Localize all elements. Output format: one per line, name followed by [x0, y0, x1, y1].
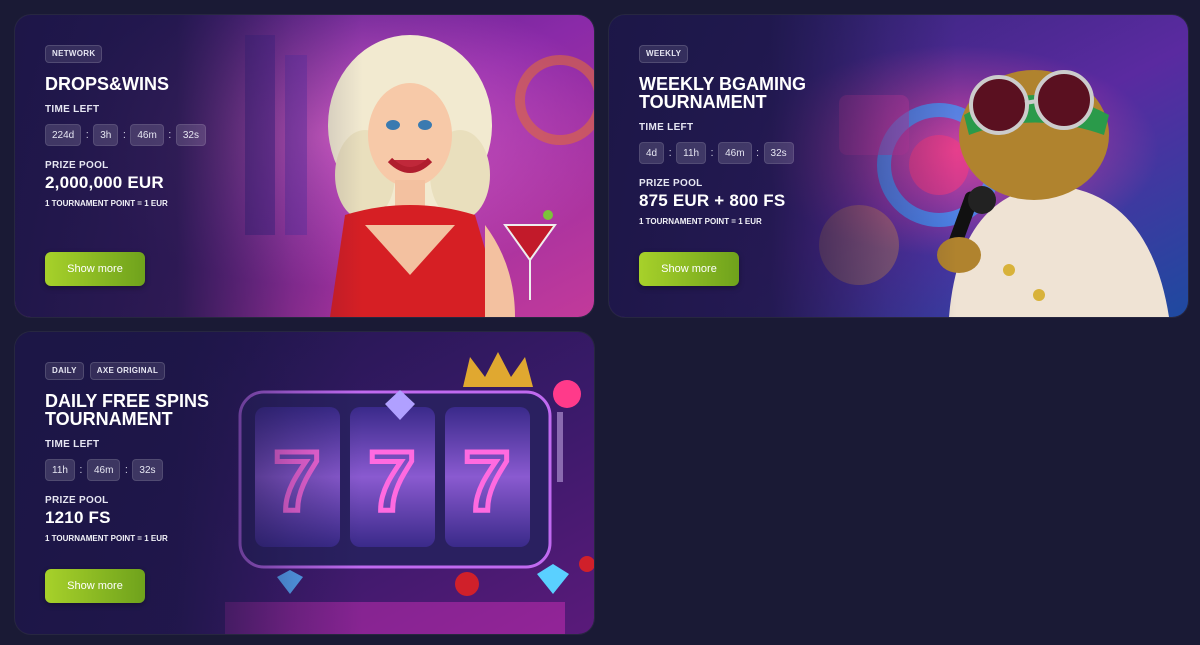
time-left-label: TIME LEFT: [45, 439, 100, 450]
tournament-title: DROPS&WINS: [45, 74, 170, 94]
timer-minutes: 46m: [86, 459, 121, 481]
point-conversion-note: 1 TOURNAMENT POINT = 1 EUR: [639, 217, 762, 226]
prize-pool-value: 2,000,000 EUR: [45, 173, 164, 192]
show-more-button[interactable]: Show more: [639, 252, 739, 286]
point-conversion-note: 1 TOURNAMENT POINT = 1 EUR: [45, 199, 168, 208]
timer-seconds: 32s: [175, 124, 206, 146]
prize-pool-label: PRIZE POOL: [639, 178, 703, 189]
prize-pool-value: 875 EUR + 800 FS: [639, 191, 786, 210]
prize-pool-label: PRIZE POOL: [45, 495, 109, 506]
time-left-label: TIME LEFT: [639, 122, 694, 133]
point-conversion-note: 1 TOURNAMENT POINT = 1 EUR: [45, 534, 168, 543]
tag-daily: DAILY: [45, 362, 84, 380]
prize-pool-value: 1210 FS: [45, 508, 111, 527]
timer-hours: 11h: [45, 459, 75, 481]
timer-seconds: 32s: [132, 459, 163, 481]
tag-list: NETWORK: [45, 45, 594, 63]
timer-minutes: 46m: [718, 142, 752, 164]
prize-pool-label: PRIZE POOL: [45, 160, 109, 171]
countdown-timer: 4d : 11h : 46m : 32s: [639, 142, 1188, 164]
tournament-title: DAILY FREE SPINS TOURNAMENT: [45, 391, 210, 429]
timer-hours: 11h: [676, 142, 707, 164]
tournament-grid: NETWORK DROPS&WINS TIME LEFT 224d : 3h :…: [0, 0, 1200, 645]
timer-seconds: 32s: [763, 142, 794, 164]
tournament-title: WEEKLY BGAMING TOURNAMENT: [639, 74, 807, 112]
tag-axe-original: AXE ORIGINAL: [89, 362, 166, 380]
tournament-card-daily-free-spins: 7 7 7 DAILY AXE ORIGINAL DA: [15, 332, 594, 634]
timer-hours: 3h: [93, 124, 119, 146]
tag-list: WEEKLY: [639, 45, 1188, 63]
tag-network: NETWORK: [45, 45, 103, 63]
tag-list: DAILY AXE ORIGINAL: [45, 362, 594, 380]
tournament-card-drops-wins: NETWORK DROPS&WINS TIME LEFT 224d : 3h :…: [15, 15, 594, 317]
show-more-button[interactable]: Show more: [45, 252, 145, 286]
time-left-label: TIME LEFT: [45, 104, 100, 115]
timer-days: 224d: [45, 124, 82, 146]
timer-days: 4d: [639, 142, 665, 164]
show-more-button[interactable]: Show more: [45, 569, 145, 603]
countdown-timer: 224d : 3h : 46m : 32s: [45, 124, 594, 146]
timer-minutes: 46m: [130, 124, 164, 146]
tag-weekly: WEEKLY: [639, 45, 689, 63]
countdown-timer: 11h : 46m : 32s: [45, 459, 594, 481]
tournament-card-weekly-bgaming: WEEKLY WEEKLY BGAMING TOURNAMENT TIME LE…: [609, 15, 1188, 317]
